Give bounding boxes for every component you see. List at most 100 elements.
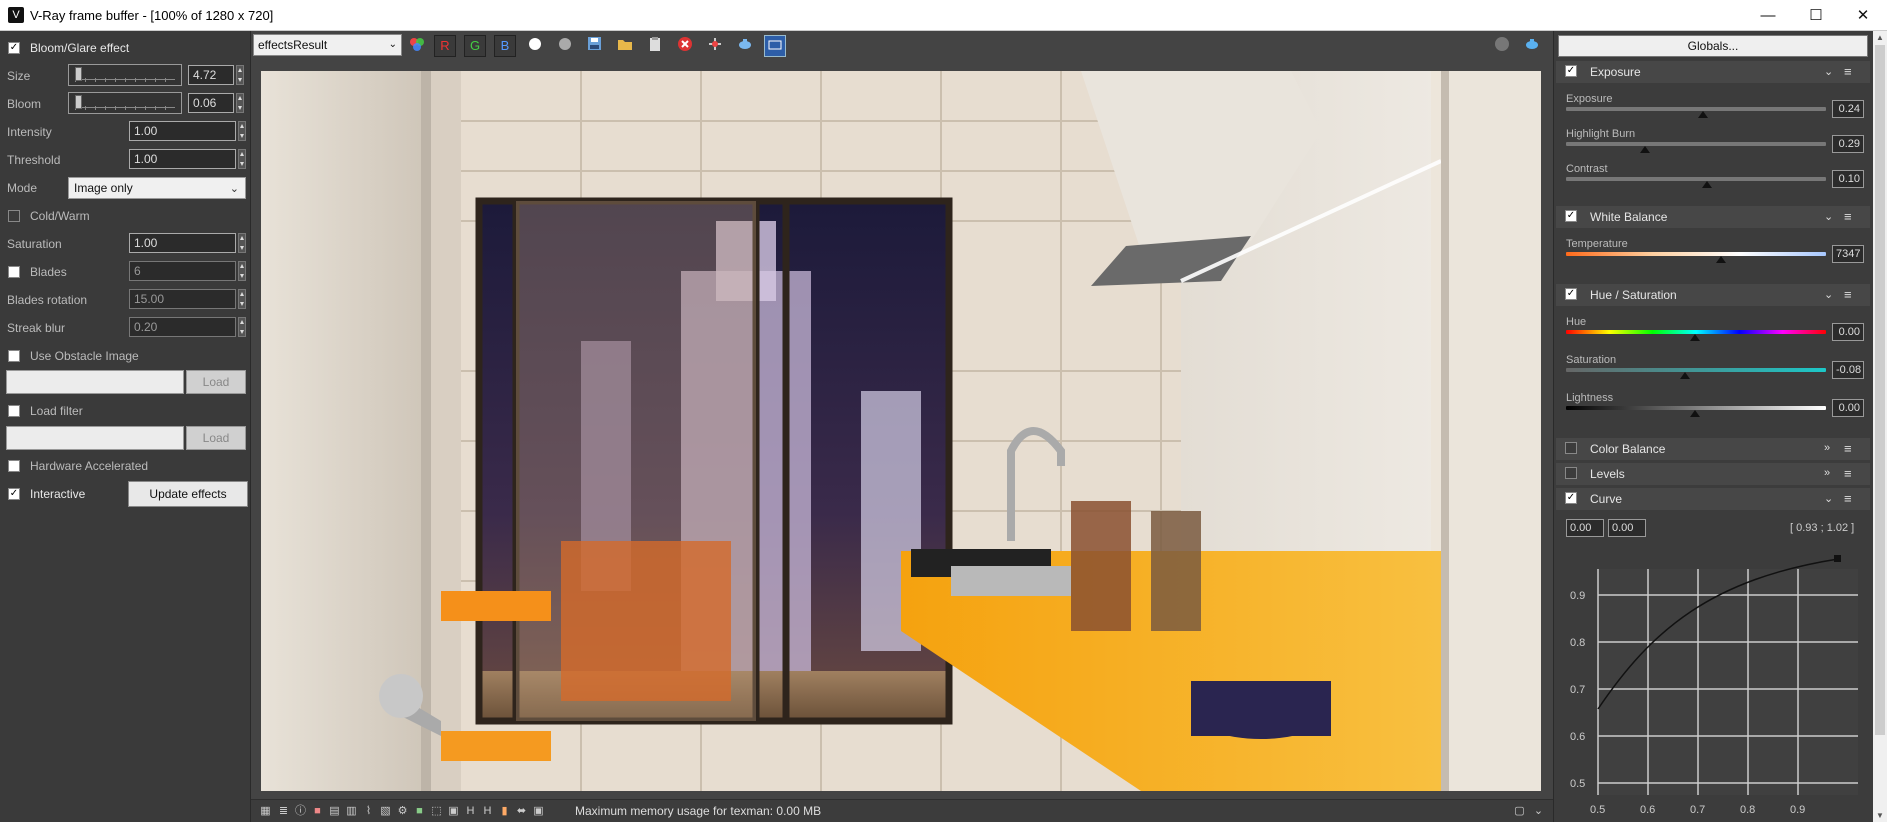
alpha-white-icon[interactable]: [524, 35, 546, 57]
collapse-icon[interactable]: ⌄: [1824, 288, 1833, 301]
exposure-slider-thumb[interactable]: [1698, 111, 1708, 118]
curve-input-x[interactable]: 0.00: [1566, 519, 1604, 537]
exposure-field[interactable]: 0.24: [1832, 100, 1864, 118]
blades-checkbox[interactable]: [8, 266, 20, 278]
curve-icon[interactable]: ⌇: [362, 805, 375, 817]
load-filter-checkbox[interactable]: [8, 405, 20, 417]
saturation-slider[interactable]: [1566, 368, 1826, 372]
rendered-image[interactable]: [261, 71, 1541, 791]
hue-saturation-section-header[interactable]: ✓ Hue / Saturation ⌄ ≡: [1556, 284, 1870, 306]
menu-icon[interactable]: ≡: [1844, 441, 1852, 456]
collapse-icon[interactable]: ⌄: [1824, 210, 1833, 223]
highlight-burn-slider[interactable]: [1566, 142, 1826, 146]
image-info-icon[interactable]: ▦: [259, 805, 272, 817]
temperature-thumb[interactable]: [1716, 256, 1726, 263]
render-icon[interactable]: [1521, 35, 1543, 57]
white-balance-section-header[interactable]: ✓ White Balance ⌄ ≡: [1556, 206, 1870, 228]
lightness-field[interactable]: 0.00: [1832, 399, 1864, 417]
close-button[interactable]: ✕: [1840, 0, 1886, 31]
streak-blur-spinner[interactable]: [238, 317, 246, 337]
levels-checkbox[interactable]: [1565, 467, 1577, 479]
ocio-icon[interactable]: ■: [413, 805, 426, 817]
highlight-burn-thumb[interactable]: [1640, 146, 1650, 153]
lightness-thumb[interactable]: [1690, 410, 1700, 417]
follow-mouse-icon[interactable]: H: [481, 805, 494, 817]
maximize-button[interactable]: ☐: [1793, 0, 1839, 31]
green-channel-button[interactable]: G: [464, 35, 486, 57]
hue-thumb[interactable]: [1690, 334, 1700, 341]
vfb-history-icon[interactable]: [764, 35, 786, 57]
red-channel-button[interactable]: R: [434, 35, 456, 57]
obstacle-image-path[interactable]: [6, 370, 184, 394]
scroll-up-icon[interactable]: ▲: [1876, 33, 1884, 42]
bloom-spinner[interactable]: [236, 93, 244, 113]
white-balance-checkbox[interactable]: ✓: [1565, 210, 1577, 222]
intensity-spinner[interactable]: [238, 121, 246, 141]
use-obstacle-checkbox[interactable]: [8, 350, 20, 362]
blue-channel-button[interactable]: B: [494, 35, 516, 57]
blades-spinner[interactable]: [238, 261, 246, 281]
mode-dropdown[interactable]: Image only ⌄: [68, 177, 246, 199]
srgb-icon[interactable]: ▣: [532, 805, 545, 817]
color-balance-section-header[interactable]: Color Balance » ≡: [1556, 438, 1870, 460]
render-viewport[interactable]: [251, 63, 1553, 799]
menu-icon[interactable]: ≡: [1844, 64, 1852, 79]
blades-rotation-spinner[interactable]: [238, 289, 246, 309]
filter-path[interactable]: [6, 426, 184, 450]
collapse-icon[interactable]: ⌄: [1824, 65, 1833, 78]
bloom-slider[interactable]: [68, 92, 182, 114]
threshold-spinner[interactable]: [238, 149, 246, 169]
expand-icon[interactable]: »: [1824, 442, 1830, 454]
curve-input-y[interactable]: 0.00: [1608, 519, 1646, 537]
exposure-checkbox[interactable]: ✓: [1565, 65, 1577, 77]
hw-accel-checkbox[interactable]: [8, 460, 20, 472]
channel-dropdown[interactable]: effectsResult ⌄: [253, 34, 402, 56]
menu-icon[interactable]: ≡: [1844, 209, 1852, 224]
contrast-slider[interactable]: [1566, 177, 1826, 181]
intensity-field[interactable]: 1.00: [129, 121, 236, 141]
hue-icon[interactable]: H: [464, 805, 477, 817]
info-icon[interactable]: ⓘ: [294, 805, 307, 817]
saturation-field[interactable]: -0.08: [1832, 361, 1864, 379]
color-balance-checkbox[interactable]: [1565, 442, 1577, 454]
curve-point[interactable]: [1834, 555, 1841, 562]
clear-image-icon[interactable]: [674, 35, 696, 57]
histogram-icon[interactable]: ▥: [345, 805, 358, 817]
contrast-field[interactable]: 0.10: [1832, 170, 1864, 188]
track-mouse-icon[interactable]: ⬌: [515, 805, 528, 817]
cold-warm-checkbox[interactable]: [8, 210, 20, 222]
temperature-slider[interactable]: [1566, 252, 1826, 256]
collapse-icon[interactable]: ⌄: [1824, 492, 1833, 505]
color-correction-icon[interactable]: ■: [311, 805, 324, 817]
exposure-section-header[interactable]: ✓ Exposure ⌄ ≡: [1556, 61, 1870, 83]
temperature-field[interactable]: 7347: [1832, 245, 1864, 263]
levels-section-header[interactable]: Levels » ≡: [1556, 463, 1870, 485]
compare-icon[interactable]: ▮: [498, 805, 511, 817]
bloom-field[interactable]: 0.06: [188, 93, 234, 113]
bloom-glare-checkbox[interactable]: ✓: [8, 42, 20, 54]
lut-icon[interactable]: ▧: [379, 805, 392, 817]
log-icon[interactable]: ≣: [277, 805, 290, 817]
minimize-button[interactable]: —: [1745, 0, 1791, 31]
update-effects-button[interactable]: Update effects: [128, 481, 248, 507]
streak-blur-field[interactable]: 0.20: [129, 317, 236, 337]
expand-icon[interactable]: »: [1824, 467, 1830, 479]
globals-button[interactable]: Globals...: [1558, 35, 1868, 57]
filter-load-button[interactable]: Load: [186, 426, 246, 450]
size-slider[interactable]: [68, 64, 182, 86]
saturation-thumb[interactable]: [1680, 372, 1690, 379]
interactive-checkbox[interactable]: ✓: [8, 488, 20, 500]
saturation-spinner[interactable]: [238, 233, 246, 253]
scrollbar-thumb[interactable]: [1875, 45, 1885, 735]
render-teapot-icon[interactable]: [734, 35, 756, 57]
size-spinner[interactable]: [236, 65, 244, 85]
blades-field[interactable]: 6: [129, 261, 236, 281]
size-field[interactable]: 4.72: [188, 65, 234, 85]
color-channels-icon[interactable]: [406, 35, 428, 57]
curve-section-header[interactable]: ✓ Curve ⌄ ≡: [1556, 488, 1870, 510]
lens-effects-icon[interactable]: ▣: [447, 805, 460, 817]
settings-gear-icon[interactable]: ⚙: [396, 805, 409, 817]
exposure-slider[interactable]: [1566, 107, 1826, 111]
contrast-thumb[interactable]: [1702, 181, 1712, 188]
open-folder-icon[interactable]: [614, 35, 636, 57]
